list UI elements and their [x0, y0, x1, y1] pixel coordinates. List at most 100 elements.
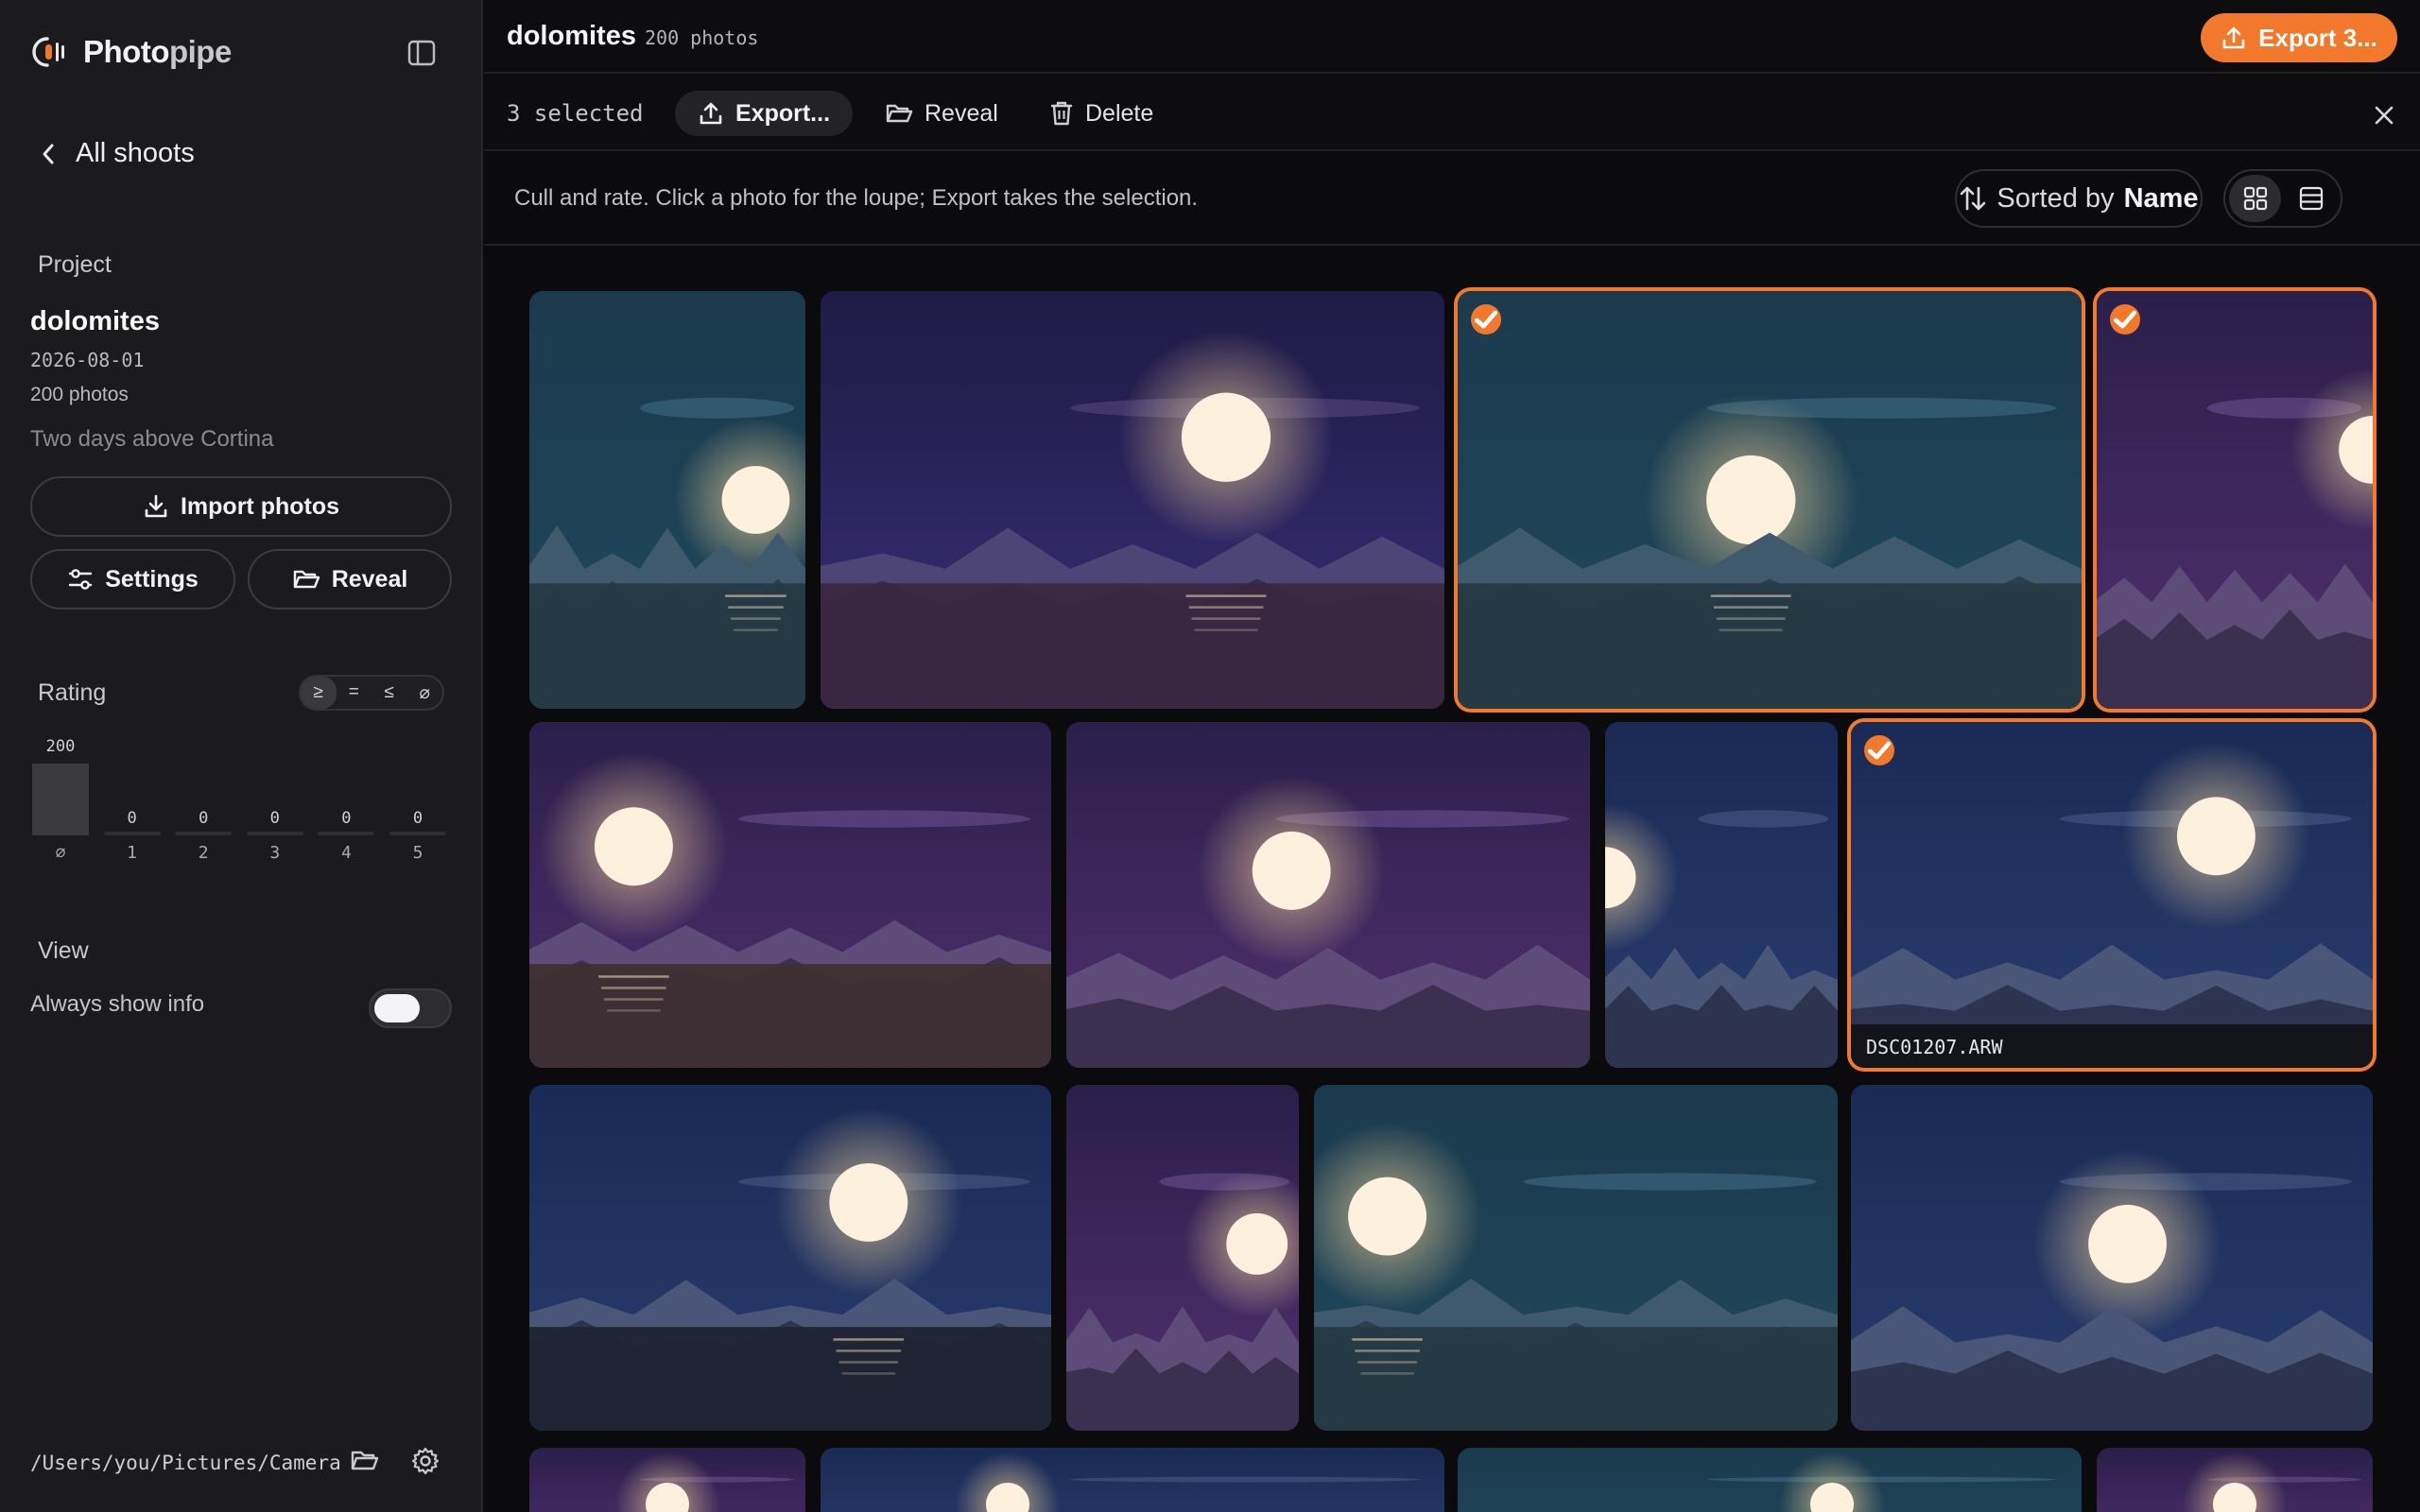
- reveal-folder-button[interactable]: Reveal: [248, 549, 452, 610]
- photo-thumbnail[interactable]: [1458, 291, 2082, 709]
- reveal-label: Reveal: [925, 99, 998, 127]
- gear-icon[interactable]: [408, 1444, 442, 1478]
- all-shoots-label: All shoots: [76, 138, 195, 168]
- settings-label: Settings: [105, 565, 199, 593]
- delete-button[interactable]: Delete: [1027, 91, 1176, 136]
- histogram-count: 0: [341, 809, 352, 828]
- trash-icon: [1049, 100, 1074, 127]
- upload-icon: [2221, 25, 2247, 51]
- reveal-button[interactable]: Reveal: [862, 91, 1021, 136]
- histogram-label: 3: [269, 843, 281, 863]
- histogram-label: 2: [198, 843, 209, 863]
- rating-section-label: Rating: [38, 679, 107, 706]
- toggle-knob: [374, 994, 420, 1022]
- histogram-count: 0: [127, 809, 137, 828]
- selection-bar: 3 selected Export... Reveal Delete: [484, 76, 2420, 151]
- photo-thumbnail[interactable]: [1066, 722, 1590, 1068]
- rating-filter-eq[interactable]: =: [337, 677, 372, 709]
- rating-histogram: 200 ⌀ 0 1 0 2 0 3 0 4 0 5: [32, 731, 454, 864]
- project-name: dolomites: [30, 306, 160, 336]
- all-shoots-link[interactable]: All shoots: [42, 138, 195, 169]
- download-icon: [143, 493, 169, 520]
- settings-button[interactable]: Settings: [30, 549, 235, 610]
- sidebar: Photopipe All shoots Project dolomites 2…: [0, 0, 483, 1512]
- export-button[interactable]: Export...: [675, 91, 854, 136]
- sidebar-toggle-icon[interactable]: [405, 36, 439, 70]
- photo-thumbnail[interactable]: [529, 291, 805, 709]
- project-section-label: Project: [38, 251, 112, 278]
- photopipe-logo-icon: [32, 35, 70, 69]
- histogram-label: 5: [412, 843, 424, 863]
- photo-thumbnail[interactable]: [529, 1448, 805, 1512]
- photo-thumbnail[interactable]: [529, 722, 1051, 1068]
- open-folder-icon[interactable]: [348, 1444, 382, 1478]
- photo-thumbnail[interactable]: [1066, 1085, 1299, 1431]
- chevron-left-icon: [42, 143, 55, 165]
- check-icon[interactable]: [1471, 304, 1501, 335]
- delete-label: Delete: [1085, 99, 1154, 127]
- sort-button[interactable]: Sorted by Name: [1955, 169, 2203, 228]
- shoot-title: dolomites: [507, 21, 636, 51]
- rating-filter-lte[interactable]: ≤: [372, 677, 407, 709]
- sort-arrows-icon: [1959, 184, 1987, 213]
- project-photo-count: 200 photos: [30, 384, 129, 405]
- top-bar: dolomites 200 photos Export 3...: [484, 0, 2420, 74]
- histogram-bar[interactable]: [389, 832, 446, 835]
- histogram-count: 0: [269, 809, 280, 828]
- export-selection-button[interactable]: Export 3...: [2201, 13, 2397, 62]
- photo-filename: DSC01207.ARW: [1851, 1024, 2373, 1068]
- histogram-count: 200: [45, 737, 76, 756]
- app-logo: Photopipe: [32, 34, 232, 70]
- sliders-icon: [67, 567, 94, 592]
- photo-thumbnail[interactable]: [529, 1085, 1051, 1431]
- import-photos-label: Import photos: [180, 492, 340, 520]
- rating-filter-gte[interactable]: ≥: [301, 677, 337, 709]
- histogram-bar[interactable]: [103, 832, 161, 835]
- histogram-bar[interactable]: [318, 832, 375, 835]
- histogram-label: ⌀: [55, 843, 66, 863]
- photo-thumbnail[interactable]: [1314, 1085, 1838, 1431]
- view-section-label: View: [38, 937, 89, 964]
- grid-view-icon[interactable]: [2229, 175, 2281, 222]
- shoot-photo-count: 200 photos: [645, 26, 759, 49]
- photo-thumbnail[interactable]: [1851, 1085, 2373, 1431]
- histogram-bar[interactable]: [175, 832, 233, 835]
- library-path: /Users/you/Pictures/Camera: [30, 1452, 341, 1474]
- folder-open-icon: [292, 567, 320, 592]
- histogram-count: 0: [412, 809, 424, 828]
- export-cta-label: Export 3...: [2258, 23, 2377, 52]
- histogram-bar[interactable]: [32, 764, 89, 835]
- list-view-icon[interactable]: [2285, 175, 2337, 222]
- photo-thumbnail[interactable]: [2097, 291, 2373, 709]
- usage-hint: Cull and rate. Click a photo for the lou…: [514, 185, 1199, 211]
- rating-filter-none[interactable]: ⌀: [407, 677, 443, 709]
- photo-thumbnail[interactable]: DSC01207.ARW: [1851, 722, 2373, 1068]
- reveal-label: Reveal: [331, 565, 408, 593]
- export-label: Export...: [735, 99, 831, 127]
- close-icon[interactable]: [2367, 98, 2401, 132]
- sort-key: Name: [2123, 182, 2199, 214]
- check-icon[interactable]: [1864, 735, 1894, 765]
- check-icon[interactable]: [2110, 304, 2140, 335]
- histogram-label: 4: [340, 843, 352, 863]
- always-show-info-toggle[interactable]: [369, 988, 452, 1028]
- rating-filter-group: ≥ = ≤ ⌀: [299, 675, 444, 711]
- photo-grid: DSC01207.ARW: [484, 248, 2420, 1512]
- photo-thumbnail[interactable]: [1458, 1448, 2082, 1512]
- histogram-label: 1: [127, 843, 138, 863]
- view-mode-toggle: [2223, 169, 2342, 228]
- project-description: Two days above Cortina: [30, 426, 274, 452]
- photo-thumbnail[interactable]: [821, 1448, 1444, 1512]
- photo-thumbnail[interactable]: [821, 291, 1444, 709]
- folder-open-icon: [885, 101, 913, 126]
- histogram-bar[interactable]: [246, 832, 303, 835]
- upload-icon: [698, 100, 724, 127]
- always-show-info-label: Always show info: [30, 991, 205, 1017]
- selection-count: 3 selected: [507, 100, 644, 127]
- project-date: 2026-08-01: [30, 349, 145, 371]
- photo-thumbnail[interactable]: [1605, 722, 1838, 1068]
- sort-prefix: Sorted by: [1996, 182, 2115, 214]
- import-photos-button[interactable]: Import photos: [30, 476, 452, 537]
- app-name: Photopipe: [83, 34, 232, 69]
- photo-thumbnail[interactable]: [2097, 1448, 2373, 1512]
